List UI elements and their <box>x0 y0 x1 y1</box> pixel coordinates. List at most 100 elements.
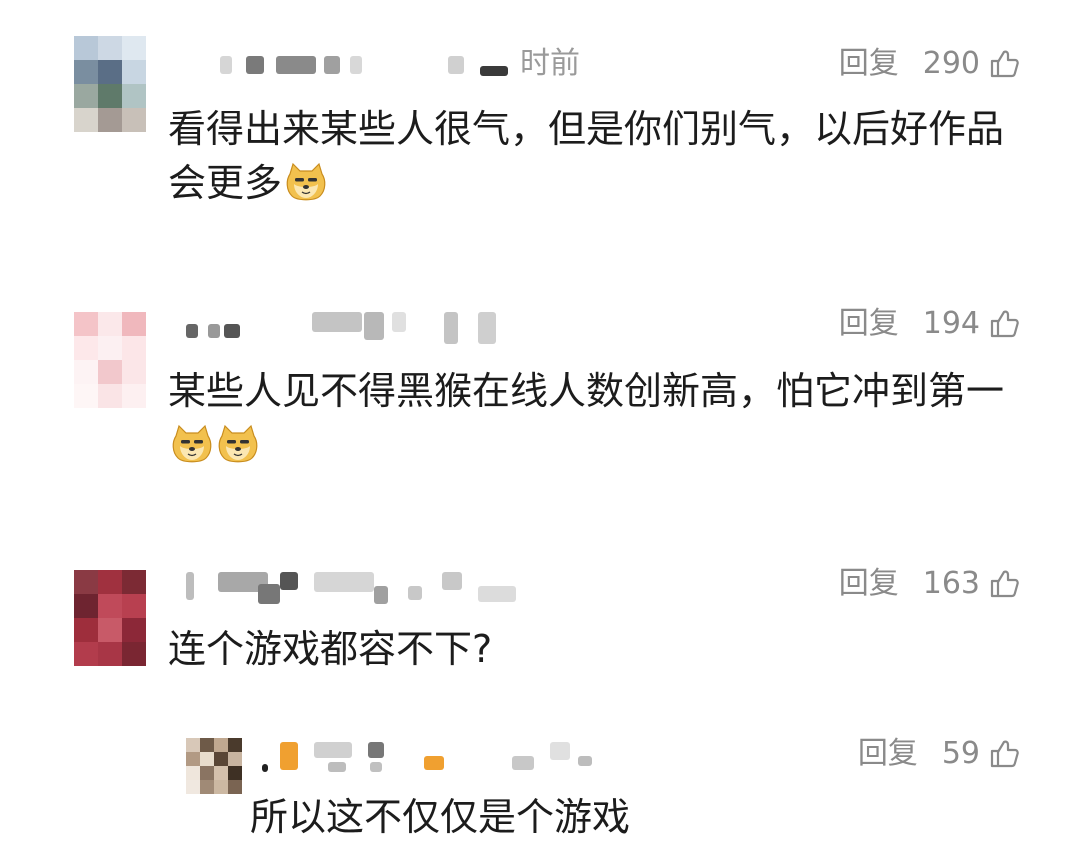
username-blurred <box>350 56 362 74</box>
avatar-pixel <box>98 642 122 666</box>
avatar-pixel <box>122 360 146 384</box>
avatar-pixel <box>200 752 214 766</box>
doge-emoji-icon <box>216 424 260 464</box>
reply-button[interactable]: 回复 <box>858 734 918 774</box>
avatar-pixel <box>228 766 242 780</box>
emoji-group <box>282 161 328 205</box>
thumbs-up-icon <box>990 310 1019 338</box>
username-blurred[interactable] <box>186 572 194 600</box>
comment-text-body: 所以这不仅仅是个游戏 <box>250 795 631 839</box>
avatar-pixel <box>200 766 214 780</box>
username-blurred <box>258 584 280 604</box>
avatar-pixel <box>98 108 122 132</box>
comment-actions: 回复 59 <box>858 734 1020 774</box>
like-button[interactable]: 59 <box>942 734 1020 774</box>
comment-meta <box>258 734 638 774</box>
like-count: 163 <box>922 566 980 601</box>
like-count: 59 <box>941 736 980 771</box>
avatar-pixel <box>122 108 146 132</box>
avatar-pixel <box>74 108 98 132</box>
avatar-pixel <box>228 738 242 752</box>
avatar-pixel <box>74 384 98 408</box>
avatar-pixel <box>74 618 98 642</box>
username-blurred <box>364 312 384 340</box>
avatar-pixel <box>186 766 200 780</box>
like-button[interactable]: 194 <box>923 304 1020 344</box>
avatar-pixel <box>122 312 146 336</box>
thumbs-up-icon <box>990 570 1019 598</box>
comment-text: 某些人见不得黑猴在线人数创新高，怕它冲到第一 <box>168 364 1028 472</box>
avatar-pixel <box>98 336 122 360</box>
comment-meta <box>168 564 628 604</box>
avatar-pixel <box>74 570 98 594</box>
avatar-pixel <box>122 594 146 618</box>
doge-emoji-icon <box>284 162 328 202</box>
username-blurred <box>550 742 570 760</box>
username-blurred[interactable] <box>220 56 232 74</box>
avatar-pixel <box>74 312 98 336</box>
avatar-pixel <box>98 594 122 618</box>
avatar-pixel <box>200 738 214 752</box>
reply-button[interactable]: 回复 <box>839 304 899 344</box>
doge-emoji-icon <box>170 424 214 464</box>
avatar-pixel <box>186 752 200 766</box>
avatar-pixel <box>98 60 122 84</box>
avatar-pixel <box>74 60 98 84</box>
comment-text-body: 某些人见不得黑猴在线人数创新高，怕它冲到第一 <box>168 369 1005 413</box>
avatar-pixel <box>186 780 200 794</box>
username-blurred[interactable] <box>186 324 198 338</box>
username-blurred <box>392 312 406 332</box>
username-blurred <box>314 572 374 592</box>
avatar-pixel <box>98 618 122 642</box>
avatar-pixel <box>98 312 122 336</box>
avatar[interactable] <box>74 570 146 666</box>
username-blurred <box>312 312 362 332</box>
avatar-pixel <box>228 780 242 794</box>
avatar[interactable] <box>186 738 242 794</box>
username-blurred <box>480 66 508 76</box>
avatar-pixel <box>74 594 98 618</box>
username-blurred <box>280 742 298 770</box>
avatar-pixel <box>214 738 228 752</box>
username-blurred <box>408 586 422 600</box>
avatar-pixel <box>122 570 146 594</box>
like-count: 194 <box>922 306 980 341</box>
avatar-pixel <box>122 384 146 408</box>
avatar-pixel <box>214 780 228 794</box>
comment-text: 所以这不仅仅是个游戏 <box>250 790 1080 844</box>
avatar-pixel <box>98 570 122 594</box>
username-blurred <box>478 586 516 602</box>
avatar-pixel <box>186 738 200 752</box>
like-button[interactable]: 290 <box>923 44 1020 84</box>
emoji-group <box>168 423 260 467</box>
avatar-pixel <box>74 642 98 666</box>
username-blurred <box>280 572 298 590</box>
username-blurred[interactable] <box>262 764 268 772</box>
avatar-pixel <box>200 780 214 794</box>
username-blurred <box>314 742 352 758</box>
avatar-pixel <box>74 84 98 108</box>
avatar-pixel <box>122 84 146 108</box>
avatar-pixel <box>214 752 228 766</box>
username-blurred <box>578 756 592 766</box>
avatar-pixel <box>74 360 98 384</box>
reply-button[interactable]: 回复 <box>839 44 899 84</box>
username-blurred <box>442 572 462 590</box>
comment-text-body: 连个游戏都容不下? <box>168 627 493 671</box>
username-blurred <box>324 56 340 74</box>
like-count: 290 <box>922 46 980 81</box>
avatar-pixel <box>122 618 146 642</box>
avatar-pixel <box>214 766 228 780</box>
comment-actions: 回复 290 <box>839 44 1020 84</box>
avatar-pixel <box>228 752 242 766</box>
username-blurred <box>424 756 444 770</box>
avatar-pixel <box>74 36 98 60</box>
avatar[interactable] <box>74 36 146 132</box>
username-blurred <box>246 56 264 74</box>
avatar[interactable] <box>74 312 146 408</box>
username-blurred <box>448 56 464 74</box>
comment-text: 连个游戏都容不下? <box>168 622 1028 676</box>
reply-button[interactable]: 回复 <box>839 564 899 604</box>
comment-text: 看得出来某些人很气，但是你们别气，以后好作品会更多 <box>168 102 1028 210</box>
like-button[interactable]: 163 <box>923 564 1020 604</box>
